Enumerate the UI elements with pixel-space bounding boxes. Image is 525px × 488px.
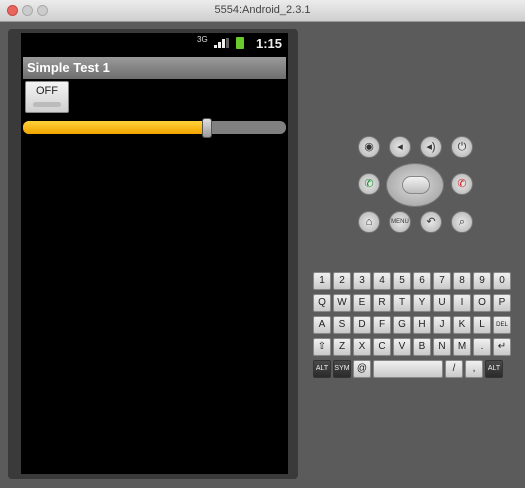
keyboard-key[interactable]: R: [373, 294, 391, 312]
volume-up-button[interactable]: ◂): [420, 136, 442, 158]
emulator-window: 5554:Android_2.3.1 3G 1:15 Simple Test 1…: [0, 0, 525, 488]
keyboard-key[interactable]: A: [313, 316, 331, 334]
keyboard-key[interactable]: T: [393, 294, 411, 312]
keyboard-key[interactable]: ALT: [313, 360, 331, 378]
menu-button[interactable]: MENU: [389, 211, 411, 233]
power-button[interactable]: ⏻: [451, 136, 473, 158]
keyboard-key[interactable]: K: [453, 316, 471, 334]
seekbar[interactable]: [23, 118, 286, 138]
keyboard-key[interactable]: @: [353, 360, 371, 378]
keyboard-key[interactable]: 4: [373, 272, 391, 290]
camera-button[interactable]: ◉: [358, 136, 380, 158]
toggle-label: OFF: [36, 85, 58, 97]
search-button[interactable]: ⌕: [451, 211, 473, 233]
toggle-indicator: [33, 102, 61, 107]
app-title-bar: Simple Test 1: [23, 57, 286, 79]
keyboard-key[interactable]: O: [473, 294, 491, 312]
keyboard-key[interactable]: Z: [333, 338, 351, 356]
keyboard-key[interactable]: 2: [333, 272, 351, 290]
keyboard-key[interactable]: [373, 360, 443, 378]
keyboard-key[interactable]: ⇧: [313, 338, 331, 356]
battery-charging-icon: [236, 37, 244, 49]
seekbar-progress: [23, 121, 208, 134]
home-button[interactable]: ⌂: [358, 211, 380, 233]
keyboard-key[interactable]: F: [373, 316, 391, 334]
keyboard-key[interactable]: X: [353, 338, 371, 356]
keyboard-key[interactable]: 7: [433, 272, 451, 290]
keyboard-key[interactable]: Y: [413, 294, 431, 312]
app-title: Simple Test 1: [27, 60, 110, 75]
end-call-button[interactable]: ✆: [451, 173, 473, 195]
keyboard-key[interactable]: I: [453, 294, 471, 312]
keyboard-key[interactable]: D: [353, 316, 371, 334]
keyboard-key[interactable]: S: [333, 316, 351, 334]
keyboard-key[interactable]: DEL: [493, 316, 511, 334]
keyboard-key[interactable]: SYM: [333, 360, 351, 378]
dpad[interactable]: [386, 163, 444, 207]
keyboard-key[interactable]: 5: [393, 272, 411, 290]
keyboard-key[interactable]: L: [473, 316, 491, 334]
keyboard-key[interactable]: 0: [493, 272, 511, 290]
call-button[interactable]: ✆: [358, 173, 380, 195]
toggle-button[interactable]: OFF: [25, 81, 69, 113]
keyboard-key[interactable]: U: [433, 294, 451, 312]
keyboard-key[interactable]: 1: [313, 272, 331, 290]
keyboard-key[interactable]: 3: [353, 272, 371, 290]
keyboard-key[interactable]: G: [393, 316, 411, 334]
keyboard-key[interactable]: ↵: [493, 338, 511, 356]
keyboard-key[interactable]: Q: [313, 294, 331, 312]
status-bar: 3G 1:15: [21, 33, 288, 53]
keyboard-key[interactable]: B: [413, 338, 431, 356]
keyboard-key[interactable]: M: [453, 338, 471, 356]
window-titlebar: 5554:Android_2.3.1: [0, 0, 525, 22]
keyboard-key[interactable]: N: [433, 338, 451, 356]
keyboard-key[interactable]: P: [493, 294, 511, 312]
window-title: 5554:Android_2.3.1: [214, 4, 311, 16]
back-button[interactable]: ↶: [420, 211, 442, 233]
keyboard-key[interactable]: H: [413, 316, 431, 334]
signal-strength-icon: [214, 38, 229, 48]
network-3g-icon: 3G: [197, 35, 208, 44]
keyboard-key[interactable]: E: [353, 294, 371, 312]
keyboard-key[interactable]: ,: [465, 360, 483, 378]
dpad-center-button[interactable]: [402, 176, 430, 194]
device-screen: 3G 1:15 Simple Test 1 OFF: [21, 33, 288, 474]
keyboard-key[interactable]: ALT: [485, 360, 503, 378]
keyboard-key[interactable]: 9: [473, 272, 491, 290]
keyboard-key[interactable]: 8: [453, 272, 471, 290]
keyboard-key[interactable]: /: [445, 360, 463, 378]
keyboard-key[interactable]: V: [393, 338, 411, 356]
keyboard-key[interactable]: 6: [413, 272, 431, 290]
keyboard-key[interactable]: J: [433, 316, 451, 334]
seekbar-thumb[interactable]: [202, 118, 213, 138]
keyboard-key[interactable]: .: [473, 338, 491, 356]
status-time: 1:15: [256, 36, 283, 51]
volume-down-button[interactable]: ◂: [389, 136, 411, 158]
keyboard-key[interactable]: W: [333, 294, 351, 312]
keyboard-key[interactable]: C: [373, 338, 391, 356]
